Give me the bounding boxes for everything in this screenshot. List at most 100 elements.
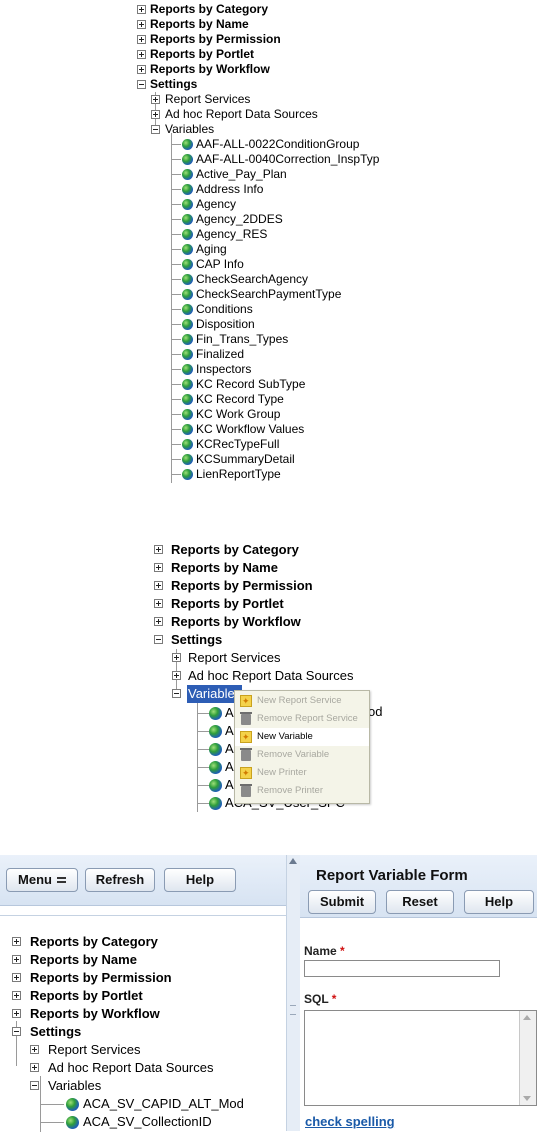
tree-connector bbox=[171, 429, 181, 430]
splitter-grip-icon[interactable] bbox=[290, 1005, 296, 1015]
expand-plus-icon[interactable] bbox=[154, 545, 163, 554]
new-printer-icon bbox=[240, 764, 252, 782]
required-mark: * bbox=[331, 992, 337, 1006]
expand-plus-icon[interactable] bbox=[30, 1063, 39, 1072]
partial-item-suffix: od bbox=[368, 704, 383, 719]
tree-connector bbox=[171, 189, 181, 190]
variable-item-label: Inspectors bbox=[196, 362, 252, 376]
collapse-minus-icon[interactable] bbox=[154, 635, 163, 644]
variable-item-label: Agency bbox=[196, 197, 237, 211]
tree-connector bbox=[197, 749, 209, 750]
globe-icon bbox=[182, 364, 193, 375]
expand-plus-icon[interactable] bbox=[12, 973, 21, 982]
tree-item-label: Reports by Permission bbox=[30, 970, 172, 985]
globe-icon bbox=[66, 1098, 79, 1111]
variable-item-label: Agency_2DDES bbox=[196, 212, 283, 226]
expand-plus-icon[interactable] bbox=[154, 599, 163, 608]
expand-plus-icon[interactable] bbox=[12, 991, 21, 1000]
name-input[interactable] bbox=[304, 960, 500, 977]
tree-item-label: Settings bbox=[171, 632, 223, 647]
tree-connector bbox=[171, 459, 181, 460]
check-spelling-link[interactable]: check spelling bbox=[305, 1114, 395, 1129]
help-button[interactable]: Help bbox=[164, 868, 236, 892]
globe-icon bbox=[209, 797, 222, 810]
context-menu-item-remove-report-service[interactable]: Remove Report Service bbox=[235, 710, 369, 728]
menu-caret-icon bbox=[56, 876, 66, 883]
tree-item-label: Reports by Portlet bbox=[171, 596, 284, 611]
tree-connector bbox=[197, 767, 209, 768]
variable-item-label: Address Info bbox=[196, 182, 264, 196]
globe-icon bbox=[182, 454, 193, 465]
tree-connector bbox=[197, 803, 209, 804]
collapse-minus-icon[interactable] bbox=[12, 1027, 21, 1036]
expand-plus-icon[interactable] bbox=[154, 563, 163, 572]
expand-plus-icon[interactable] bbox=[30, 1045, 39, 1054]
tree-connector bbox=[171, 324, 181, 325]
tree-connector bbox=[171, 339, 181, 340]
required-mark: * bbox=[340, 944, 345, 958]
tree-connector bbox=[171, 474, 181, 475]
context-menu-item-new-variable[interactable]: New Variable bbox=[235, 728, 369, 746]
expand-plus-icon[interactable] bbox=[12, 937, 21, 946]
sql-field-label: SQL * bbox=[304, 992, 336, 1006]
reset-button[interactable]: Reset bbox=[386, 890, 454, 914]
expand-plus-icon[interactable] bbox=[137, 20, 146, 29]
tree-item-label: Ad hoc Report Data Sources bbox=[165, 107, 318, 121]
tree-item-label: Report Services bbox=[188, 650, 281, 665]
context-menu: New Report Service Remove Report Service N… bbox=[234, 690, 370, 804]
collapse-minus-icon[interactable] bbox=[151, 125, 160, 134]
collapse-minus-icon[interactable] bbox=[172, 689, 181, 698]
variable-item-label: CAP Info bbox=[196, 257, 244, 271]
expand-plus-icon[interactable] bbox=[137, 35, 146, 44]
variable-item-label: Agency_RES bbox=[196, 227, 268, 241]
context-menu-item-new-report-service[interactable]: New Report Service bbox=[235, 692, 369, 710]
form-help-button[interactable]: Help bbox=[464, 890, 534, 914]
expand-plus-icon[interactable] bbox=[154, 617, 163, 626]
globe-icon bbox=[182, 274, 193, 285]
tree-item-label: Reports by Name bbox=[150, 17, 249, 31]
globe-icon bbox=[182, 139, 193, 150]
expand-plus-icon[interactable] bbox=[12, 1009, 21, 1018]
collapse-minus-icon[interactable] bbox=[137, 80, 146, 89]
textarea-scrollbar[interactable] bbox=[519, 1011, 536, 1105]
tree-item-label: Report Services bbox=[48, 1042, 141, 1057]
expand-plus-icon[interactable] bbox=[12, 955, 21, 964]
tree-item-label: Reports by Name bbox=[171, 560, 278, 575]
expand-plus-icon[interactable] bbox=[154, 581, 163, 590]
trash-icon bbox=[240, 748, 252, 761]
tree-connector bbox=[171, 234, 181, 235]
context-menu-item-new-printer[interactable]: New Printer bbox=[235, 764, 369, 782]
tree-item-label: Reports by Portlet bbox=[150, 47, 255, 61]
tree-item-label: Reports by Name bbox=[30, 952, 137, 967]
expand-plus-icon[interactable] bbox=[172, 653, 181, 662]
scroll-up-arrow-icon[interactable] bbox=[289, 857, 297, 865]
context-menu-item-remove-variable[interactable]: Remove Variable bbox=[235, 746, 369, 764]
tree-item-label: Reports by Permission bbox=[171, 578, 313, 593]
collapse-minus-icon[interactable] bbox=[30, 1081, 39, 1090]
tree-connector bbox=[197, 700, 198, 812]
menu-button[interactable]: Menu bbox=[6, 868, 78, 892]
context-menu-item-label: Remove Printer bbox=[257, 785, 323, 796]
variable-item-label: Active_Pay_Plan bbox=[196, 167, 287, 181]
expand-plus-icon[interactable] bbox=[172, 671, 181, 680]
globe-icon bbox=[182, 229, 193, 240]
expand-plus-icon[interactable] bbox=[151, 95, 160, 104]
expand-plus-icon[interactable] bbox=[137, 5, 146, 14]
tree-item-label: Settings bbox=[150, 77, 198, 91]
globe-icon bbox=[182, 349, 193, 360]
expand-plus-icon[interactable] bbox=[137, 50, 146, 59]
sql-textarea[interactable] bbox=[304, 1010, 537, 1106]
context-menu-item-remove-printer[interactable]: Remove Printer bbox=[235, 782, 369, 800]
tree-item-label: Report Services bbox=[165, 92, 251, 106]
tree-connector bbox=[171, 144, 181, 145]
globe-icon bbox=[182, 424, 193, 435]
scroll-up-arrow-icon[interactable] bbox=[523, 1015, 531, 1020]
refresh-button[interactable]: Refresh bbox=[85, 868, 155, 892]
scroll-down-arrow-icon[interactable] bbox=[523, 1096, 531, 1101]
expand-plus-icon[interactable] bbox=[137, 65, 146, 74]
expand-plus-icon[interactable] bbox=[151, 110, 160, 119]
submit-button[interactable]: Submit bbox=[308, 890, 376, 914]
globe-icon bbox=[182, 244, 193, 255]
form-title: Report Variable Form bbox=[316, 867, 468, 884]
tree-item-label: Variables bbox=[165, 122, 215, 136]
